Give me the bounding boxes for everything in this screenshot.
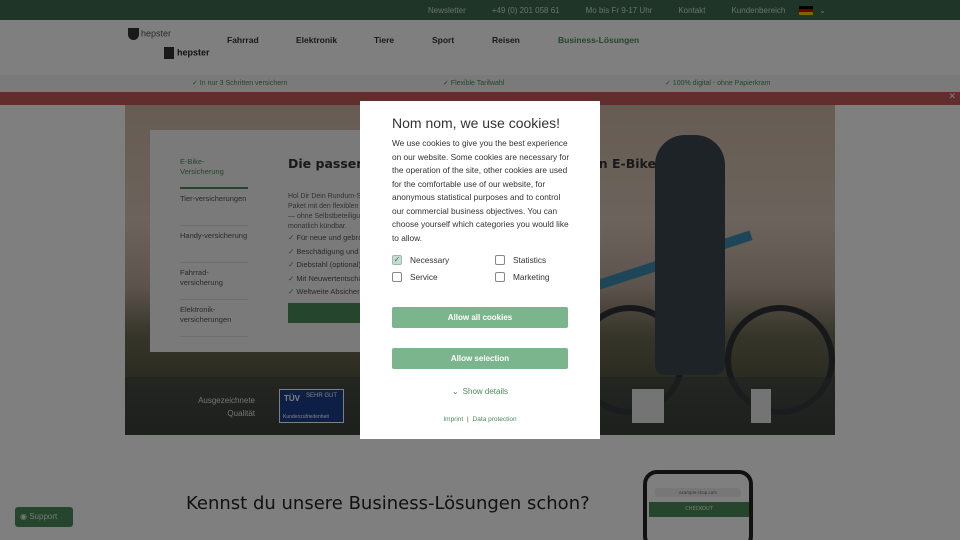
allow-all-button[interactable]: Allow all cookies — [392, 307, 568, 328]
allow-selection-button[interactable]: Allow selection — [392, 348, 568, 369]
cookie-dialog: Nom nom, we use cookies! We use cookies … — [360, 101, 600, 439]
cookie-description: We use cookies to give you the best expe… — [392, 138, 570, 243]
checkbox-statistics[interactable]: Statistics — [495, 255, 546, 265]
imprint-link[interactable]: Imprint — [443, 416, 463, 423]
data-protection-link[interactable]: Data protection — [473, 416, 517, 423]
checkbox-icon[interactable] — [495, 272, 505, 282]
checkbox-necessary[interactable]: ✓ Necessary — [392, 255, 449, 265]
link-separator: | — [467, 416, 469, 423]
cookie-title: Nom nom, we use cookies! — [392, 115, 561, 131]
checkbox-checked-icon[interactable]: ✓ — [392, 255, 402, 265]
checkbox-service[interactable]: Service — [392, 272, 438, 282]
checkbox-icon[interactable] — [392, 272, 402, 282]
checkbox-icon[interactable] — [495, 255, 505, 265]
checkbox-marketing[interactable]: Marketing — [495, 272, 549, 282]
legal-links: Imprint | Data protection — [360, 416, 600, 423]
show-details-toggle[interactable]: ⌄ Show details — [360, 387, 600, 396]
chevron-down-icon: ⌄ — [451, 387, 459, 396]
